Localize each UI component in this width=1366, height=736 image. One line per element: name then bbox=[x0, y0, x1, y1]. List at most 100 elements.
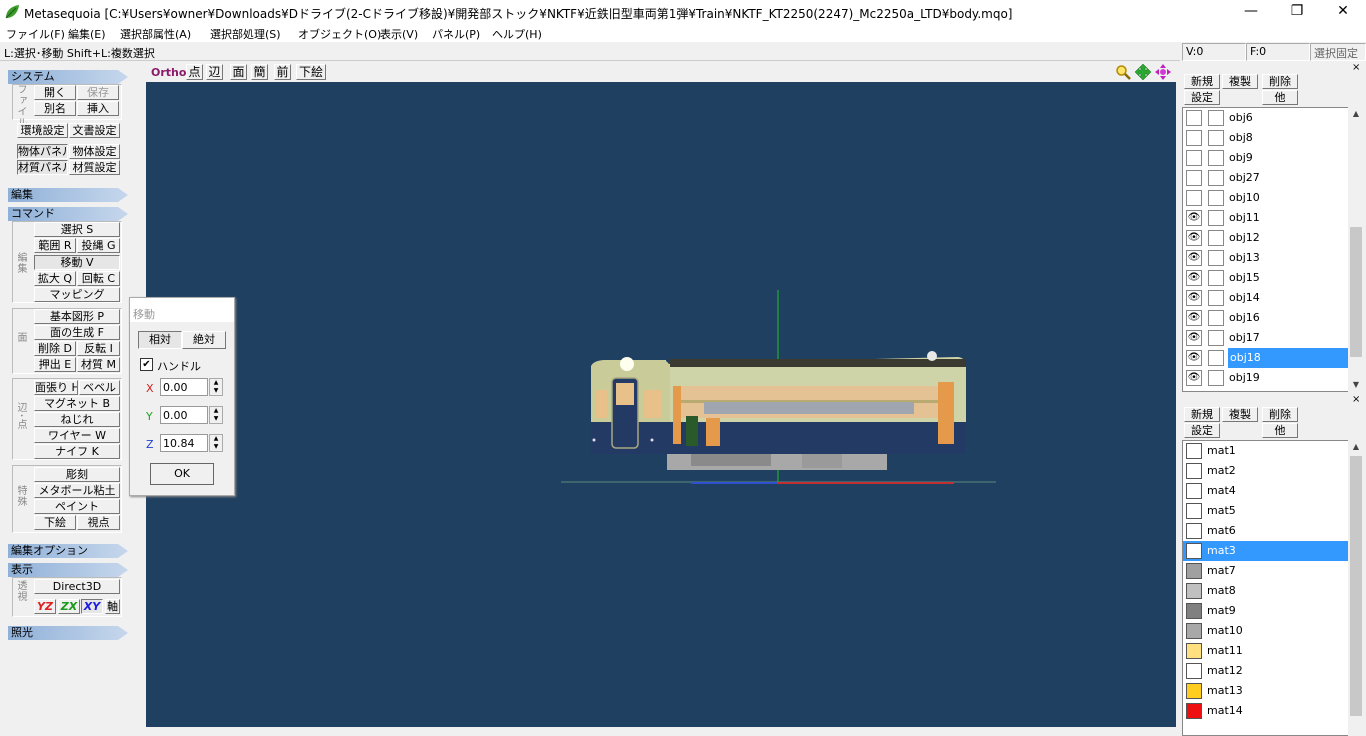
view-zx-button[interactable]: ZX bbox=[58, 599, 80, 614]
material-list-item[interactable]: mat8 bbox=[1183, 581, 1349, 601]
material-list-scrollbar[interactable]: ▲ bbox=[1348, 440, 1364, 736]
material-button[interactable]: 材質 M bbox=[77, 357, 120, 372]
minimize-button[interactable]: — bbox=[1228, 0, 1274, 24]
material-color-swatch[interactable] bbox=[1186, 663, 1202, 679]
move-button[interactable]: 移動 V bbox=[34, 255, 120, 270]
object-panel-button[interactable]: 物体パネル bbox=[17, 144, 68, 159]
show-edges-toggle[interactable]: 辺 bbox=[206, 64, 223, 80]
lock-toggle-icon[interactable] bbox=[1208, 370, 1224, 386]
menu-file[interactable]: ファイル(F) bbox=[6, 26, 65, 42]
scene-canvas[interactable] bbox=[146, 82, 1176, 727]
underlay-button[interactable]: 下絵 bbox=[34, 515, 76, 530]
material-panel-button[interactable]: 材質パネル bbox=[17, 160, 68, 175]
move-dialog-title[interactable]: 移動 bbox=[130, 298, 234, 322]
visibility-eye-icon[interactable]: 👁 bbox=[1186, 270, 1202, 286]
material-color-swatch[interactable] bbox=[1186, 703, 1202, 719]
obj-other-button[interactable]: 他 bbox=[1262, 90, 1298, 105]
visibility-eye-icon[interactable]: 👁 bbox=[1186, 250, 1202, 266]
scale-button[interactable]: 拡大 Q bbox=[34, 271, 76, 286]
mat-panel-close-icon[interactable]: × bbox=[1352, 394, 1360, 405]
doc-settings-button[interactable]: 文書設定 bbox=[69, 123, 120, 138]
object-list-item[interactable]: obj10 bbox=[1183, 188, 1349, 208]
material-list-item[interactable]: mat5 bbox=[1183, 501, 1349, 521]
metaball-button[interactable]: メタボール粘土 bbox=[34, 483, 120, 498]
visibility-off-icon[interactable] bbox=[1186, 150, 1202, 166]
mapping-button[interactable]: マッピング bbox=[34, 287, 120, 302]
visibility-eye-icon[interactable]: 👁 bbox=[1186, 330, 1202, 346]
material-list-item[interactable]: mat9 bbox=[1183, 601, 1349, 621]
mat-new-button[interactable]: 新規 bbox=[1184, 407, 1220, 422]
visibility-off-icon[interactable] bbox=[1186, 170, 1202, 186]
section-edit-options[interactable]: 編集オプション bbox=[8, 544, 128, 558]
material-color-swatch[interactable] bbox=[1186, 523, 1202, 539]
simple-display-toggle[interactable]: 簡 bbox=[251, 64, 268, 80]
insert-button[interactable]: 挿入 bbox=[77, 101, 119, 116]
menu-select-attr[interactable]: 選択部属性(A) bbox=[120, 26, 191, 42]
scroll-down-arrow-icon[interactable]: ▼ bbox=[1348, 378, 1364, 392]
y-spinner[interactable]: ▲ ▼ bbox=[209, 406, 223, 424]
material-list-item[interactable]: mat10 bbox=[1183, 621, 1349, 641]
object-list-item[interactable]: 👁 obj11 bbox=[1183, 208, 1349, 228]
visibility-eye-icon[interactable]: 👁 bbox=[1186, 350, 1202, 366]
mat-other-button[interactable]: 他 bbox=[1262, 423, 1298, 438]
object-list[interactable]: obj6 obj8 obj9 obj27 obj10 👁 obj11 👁 obj12 👁 obj13… bbox=[1182, 107, 1350, 392]
rotate-button[interactable]: 回転 C bbox=[77, 271, 120, 286]
obj-settings-button[interactable]: 設定 bbox=[1184, 90, 1220, 105]
object-list-item[interactable]: 👁 obj15 bbox=[1183, 268, 1349, 288]
material-list-item[interactable]: mat1 bbox=[1183, 441, 1349, 461]
visibility-eye-icon[interactable]: 👁 bbox=[1186, 310, 1202, 326]
material-list-item[interactable]: mat4 bbox=[1183, 481, 1349, 501]
flip-button[interactable]: 反転 I bbox=[77, 341, 120, 356]
material-list-item[interactable]: mat6 bbox=[1183, 521, 1349, 541]
lock-toggle-icon[interactable] bbox=[1208, 250, 1224, 266]
underlay-toggle[interactable]: 下絵 bbox=[296, 64, 326, 80]
material-color-swatch[interactable] bbox=[1186, 563, 1202, 579]
obj-duplicate-button[interactable]: 複製 bbox=[1222, 74, 1258, 89]
material-color-swatch[interactable] bbox=[1186, 603, 1202, 619]
extrude-button[interactable]: 押出 E bbox=[34, 357, 76, 372]
menu-object[interactable]: オブジェクト(O) bbox=[298, 26, 381, 42]
select-button[interactable]: 選択 S bbox=[34, 222, 120, 237]
ok-button[interactable]: OK bbox=[150, 463, 214, 485]
save-as-button[interactable]: 別名 bbox=[34, 101, 76, 116]
object-list-item[interactable]: obj6 bbox=[1183, 108, 1349, 128]
obj-delete-button[interactable]: 削除 bbox=[1262, 74, 1298, 89]
z-offset-input[interactable]: 10.84 bbox=[160, 434, 208, 452]
lock-toggle-icon[interactable] bbox=[1208, 170, 1224, 186]
pan-icon[interactable] bbox=[1135, 64, 1151, 80]
direct3d-button[interactable]: Direct3D bbox=[34, 579, 120, 594]
wire-button[interactable]: ワイヤー W bbox=[34, 428, 120, 443]
scroll-up-arrow-icon[interactable]: ▲ bbox=[1348, 107, 1364, 121]
material-list-item[interactable]: mat11 bbox=[1183, 641, 1349, 661]
visibility-eye-icon[interactable]: 👁 bbox=[1186, 230, 1202, 246]
material-color-swatch[interactable] bbox=[1186, 463, 1202, 479]
twist-button[interactable]: ねじれ bbox=[34, 412, 120, 427]
material-color-swatch[interactable] bbox=[1186, 583, 1202, 599]
basic-shape-button[interactable]: 基本図形 P bbox=[34, 309, 120, 324]
object-list-item[interactable]: 👁 obj14 bbox=[1183, 288, 1349, 308]
lock-toggle-icon[interactable] bbox=[1208, 350, 1224, 366]
y-offset-input[interactable]: 0.00 bbox=[160, 406, 208, 424]
lock-toggle-icon[interactable] bbox=[1208, 290, 1224, 306]
visibility-eye-icon[interactable]: 👁 bbox=[1186, 290, 1202, 306]
section-display[interactable]: 表示 bbox=[8, 563, 128, 577]
ortho-toggle[interactable]: Ortho bbox=[151, 66, 186, 79]
env-settings-button[interactable]: 環境設定 bbox=[17, 123, 68, 138]
material-color-swatch[interactable] bbox=[1186, 483, 1202, 499]
object-list-item[interactable]: 👁 obj16 bbox=[1183, 308, 1349, 328]
relative-mode-button[interactable]: 相対 bbox=[138, 331, 182, 349]
object-list-item[interactable]: 👁 obj19 bbox=[1183, 368, 1349, 388]
menu-view[interactable]: 表示(V) bbox=[380, 26, 418, 42]
section-system[interactable]: システム bbox=[8, 70, 128, 84]
obj-panel-close-icon[interactable]: × bbox=[1352, 62, 1360, 73]
object-list-item[interactable]: obj8 bbox=[1183, 128, 1349, 148]
menu-edit[interactable]: 編集(E) bbox=[68, 26, 106, 42]
x-spinner[interactable]: ▲ ▼ bbox=[209, 378, 223, 396]
mat-delete-button[interactable]: 削除 bbox=[1262, 407, 1298, 422]
material-list-item[interactable]: mat7 bbox=[1183, 561, 1349, 581]
x-offset-input[interactable]: 0.00 bbox=[160, 378, 208, 396]
menu-panel[interactable]: パネル(P) bbox=[432, 26, 480, 42]
material-list-item[interactable]: mat12 bbox=[1183, 661, 1349, 681]
mat-duplicate-button[interactable]: 複製 bbox=[1222, 407, 1258, 422]
material-color-swatch[interactable] bbox=[1186, 643, 1202, 659]
